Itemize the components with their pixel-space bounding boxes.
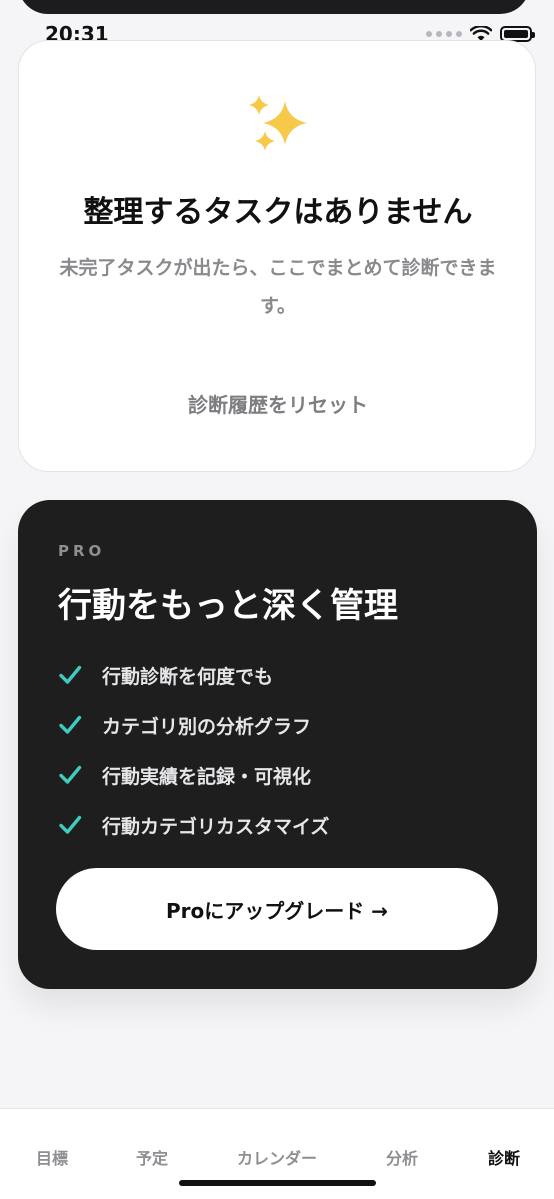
- signal-dots-icon: [426, 31, 462, 37]
- empty-state-title: 整理するタスクはありません: [83, 195, 473, 230]
- reset-history-button[interactable]: 診断履歴をリセット: [19, 389, 537, 418]
- top-sheet: [18, 0, 530, 14]
- feature-text: 行動カテゴリカスタマイズ: [102, 815, 330, 838]
- feature-item: 行動実績を記録・可視化: [58, 750, 329, 800]
- pro-title: 行動をもっと深く管理: [58, 586, 398, 626]
- tab-schedule[interactable]: 予定: [136, 1145, 168, 1169]
- upgrade-pro-button[interactable]: Proにアップグレード →: [56, 868, 498, 950]
- tab-calendar[interactable]: カレンダー: [237, 1145, 317, 1169]
- feature-text: 行動実績を記録・可視化: [102, 765, 312, 788]
- feature-item: 行動診断を何度でも: [58, 650, 329, 700]
- feature-item: カテゴリ別の分析グラフ: [58, 700, 329, 750]
- check-icon: [59, 665, 82, 684]
- empty-state-description: 未完了タスクが出たら、ここでまとめて診断できます。: [59, 257, 497, 317]
- check-icon: [59, 765, 82, 784]
- check-icon: [59, 815, 82, 834]
- tab-diagnosis[interactable]: 診断: [488, 1145, 520, 1169]
- feature-text: 行動診断を何度でも: [102, 665, 274, 688]
- tab-analysis[interactable]: 分析: [386, 1145, 418, 1169]
- home-indicator: [179, 1180, 376, 1186]
- pro-tag: PRO: [58, 542, 106, 560]
- sparkles-icon: [249, 95, 307, 151]
- empty-state-card: 整理するタスクはありません 未完了タスクが出たら、ここでまとめて診断できます。 …: [18, 40, 536, 472]
- feature-text: カテゴリ別の分析グラフ: [102, 715, 312, 738]
- pro-card: PRO 行動をもっと深く管理 行動診断を何度でも カテゴリ別の分析グラフ 行動実…: [18, 500, 537, 989]
- screen: 20:31 整理するタスクはありません 未完了タスクが出たら、ここでまとめて診断…: [0, 0, 554, 1199]
- tab-goals[interactable]: 目標: [36, 1145, 68, 1169]
- check-icon: [59, 715, 82, 734]
- feature-item: 行動カテゴリカスタマイズ: [58, 800, 329, 850]
- pro-feature-list: 行動診断を何度でも カテゴリ別の分析グラフ 行動実績を記録・可視化 行動カテゴリ…: [58, 650, 329, 850]
